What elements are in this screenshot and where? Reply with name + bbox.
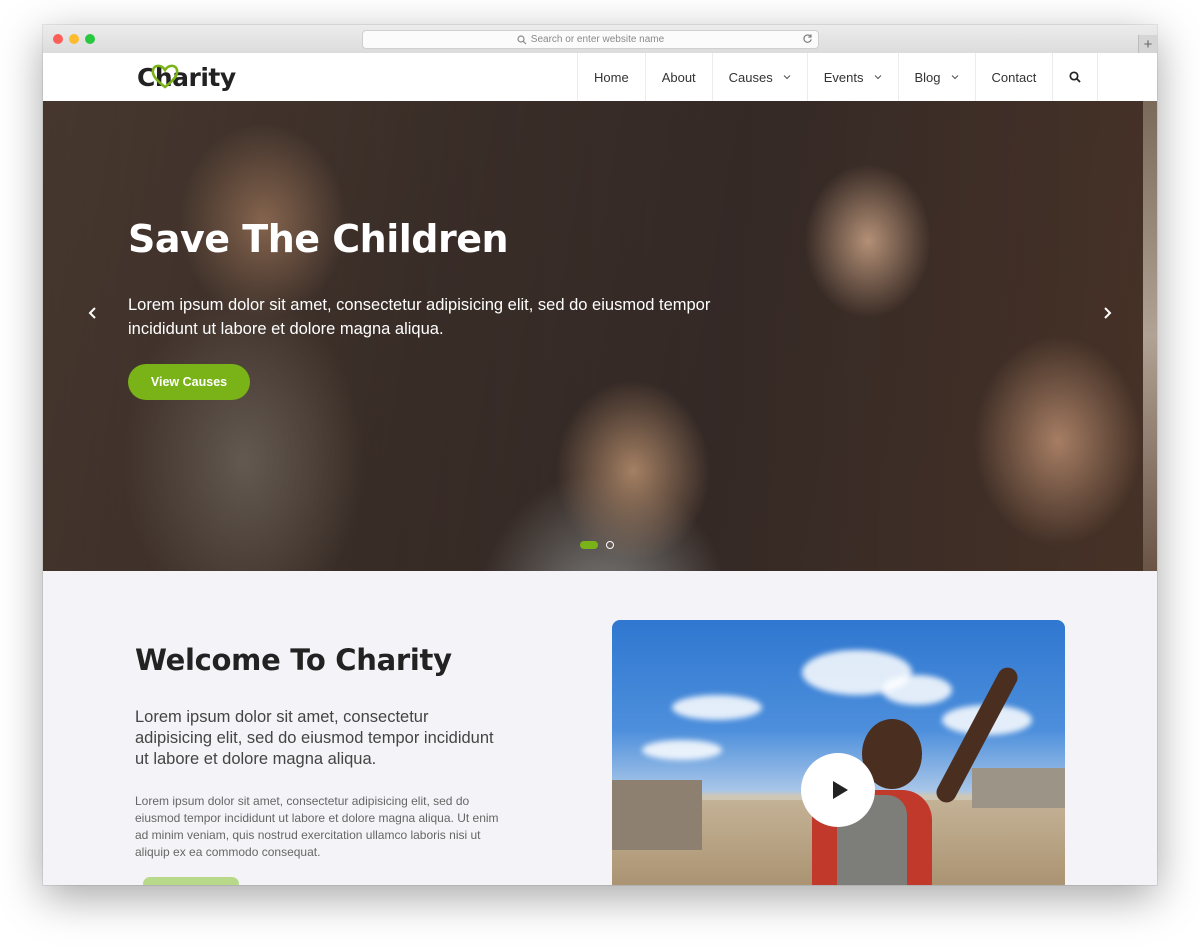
chevron-right-icon[interactable] (1099, 303, 1115, 323)
site-logo[interactable]: Charity (137, 60, 236, 94)
nav-contact[interactable]: Contact (976, 53, 1054, 101)
chevron-down-icon (951, 75, 958, 80)
hero-next-slide-edge (1143, 101, 1157, 571)
welcome-body: Lorem ipsum dolor sit amet, consectetur … (135, 794, 499, 859)
new-tab-button[interactable]: + (1138, 35, 1157, 53)
nav-about[interactable]: About (646, 53, 713, 101)
cloud-shape (882, 675, 952, 705)
nav-search-button[interactable] (1053, 53, 1099, 101)
reload-icon[interactable] (802, 33, 813, 44)
chevron-down-icon (874, 75, 881, 80)
welcome-button[interactable] (143, 877, 239, 885)
nav-causes[interactable]: Causes (713, 53, 808, 101)
chevron-left-icon[interactable] (85, 303, 101, 323)
welcome-section: Welcome To Charity Lorem ipsum dolor sit… (43, 571, 1157, 885)
slider-dot[interactable] (606, 541, 614, 549)
address-bar[interactable]: Search or enter website name (362, 30, 819, 49)
nav-blog-label: Blog (914, 69, 941, 85)
slider-dot-active[interactable] (580, 541, 598, 549)
minimize-window-button[interactable] (69, 34, 79, 44)
cloud-shape (672, 695, 762, 720)
chevron-down-icon (783, 75, 791, 80)
play-icon (833, 781, 848, 799)
browser-titlebar: Search or enter website name + (43, 25, 1157, 54)
play-button[interactable] (801, 753, 875, 827)
browser-window: Search or enter website name + Charity H… (43, 25, 1157, 885)
search-icon (1069, 71, 1081, 83)
welcome-lead: Lorem ipsum dolor sit amet, consectetur … (135, 708, 494, 768)
wall-shape (972, 768, 1065, 808)
nav-blog[interactable]: Blog (899, 53, 976, 101)
nav-events-label: Events (823, 69, 864, 85)
site-header: Charity Home About Causes Events Blog Co… (43, 53, 1157, 101)
view-causes-button[interactable]: View Causes (128, 364, 250, 400)
hero-title: Save The Children (128, 217, 509, 261)
nav-causes-label: Causes (728, 69, 773, 85)
nav-home[interactable]: Home (578, 53, 646, 101)
main-menu: Home About Causes Events Blog Contact (577, 53, 1099, 101)
address-placeholder: Search or enter website name (530, 34, 665, 45)
slider-dots (580, 541, 614, 549)
close-window-button[interactable] (53, 34, 63, 44)
welcome-title: Welcome To Charity (135, 643, 452, 677)
cloud-shape (642, 740, 722, 760)
nav-home-label: Home (594, 69, 629, 85)
hero-slider: Save The Children Lorem ipsum dolor sit … (43, 101, 1143, 571)
nav-about-label: About (661, 69, 696, 85)
hero-text: Lorem ipsum dolor sit amet, consectetur … (128, 296, 711, 338)
heart-logo-icon (151, 64, 179, 89)
shed-shape (612, 780, 702, 850)
video-thumbnail[interactable] (612, 620, 1065, 885)
search-icon (517, 34, 527, 44)
nav-contact-label: Contact (991, 69, 1037, 85)
nav-events[interactable]: Events (808, 53, 899, 101)
zoom-window-button[interactable] (85, 34, 95, 44)
